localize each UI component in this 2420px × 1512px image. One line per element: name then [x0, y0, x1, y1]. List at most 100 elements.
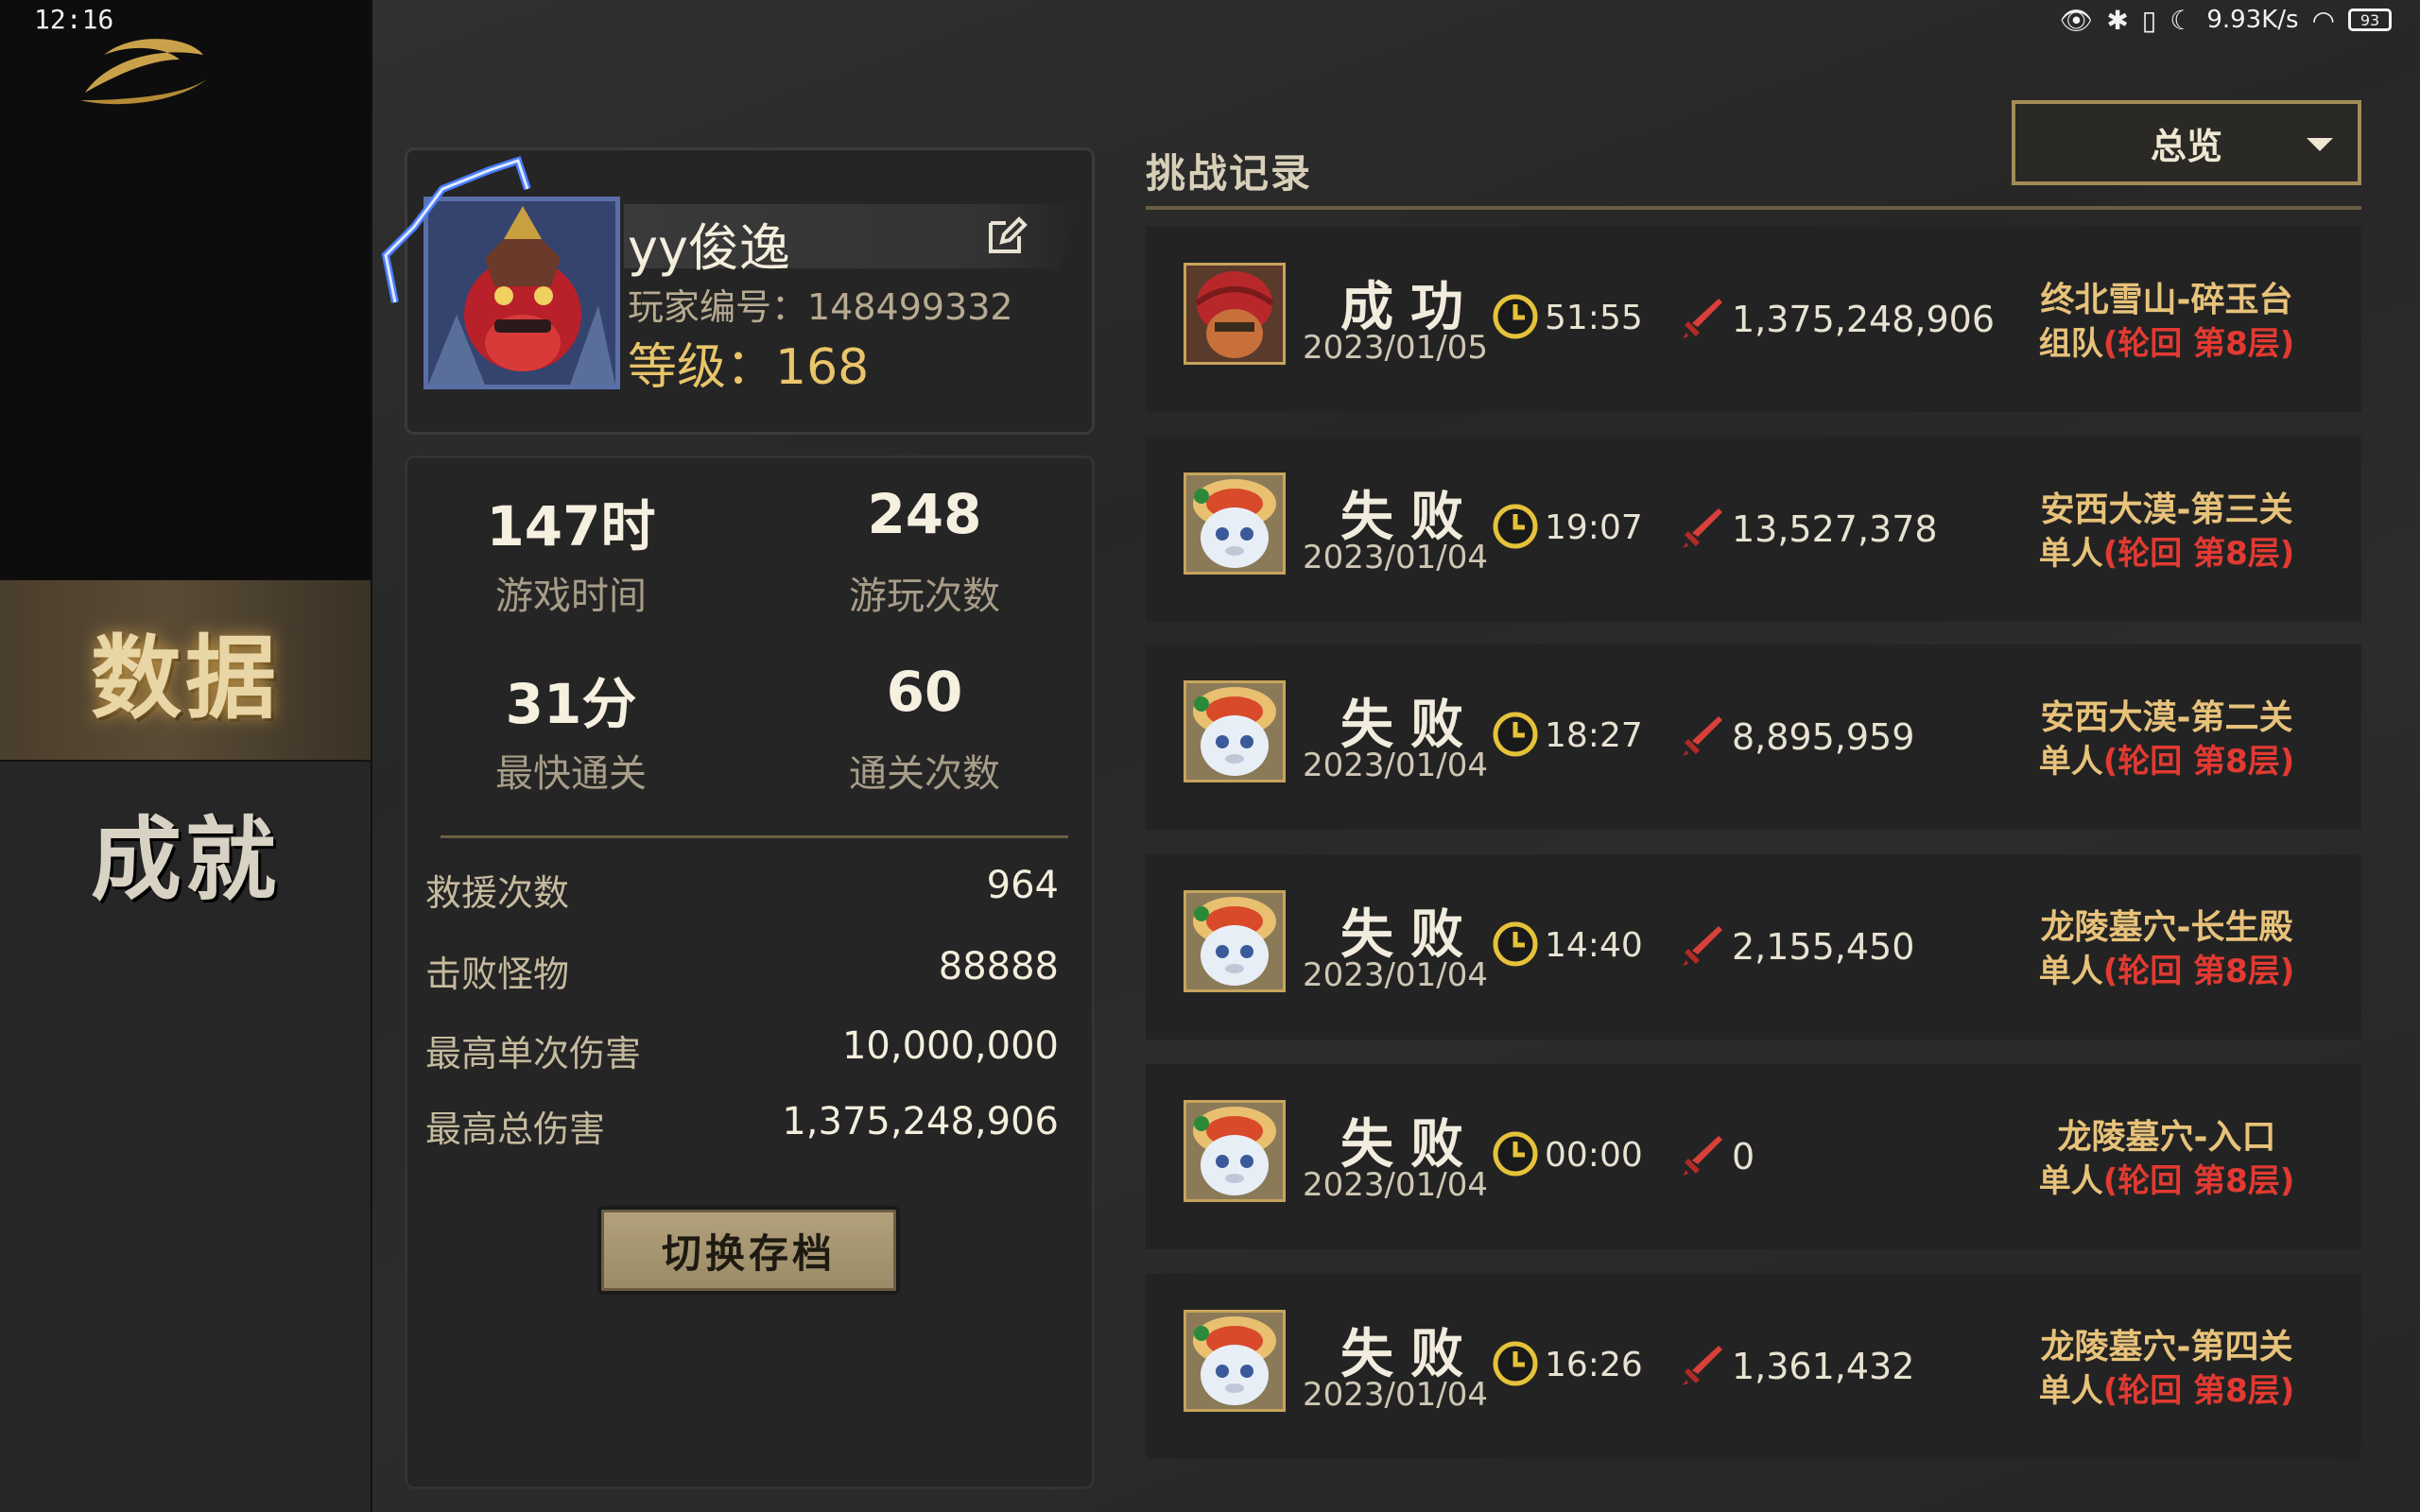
stats-divider — [441, 835, 1068, 838]
record-duration: 19:07 — [1545, 508, 1643, 547]
record-stage: 龙陵墓穴-入口 — [2057, 1118, 2276, 1157]
stat-rescue-value: 964 — [986, 864, 1059, 907]
record-avatar — [1184, 1100, 1286, 1202]
record-mode: 组队(轮回 第8层) — [1978, 318, 2356, 364]
switch-save-button[interactable]: 切换存档 — [597, 1206, 900, 1295]
sidebar: 12:16 数据 成就 — [0, 0, 372, 1512]
battery-icon: 93 — [2348, 9, 2392, 31]
record-row[interactable]: 成功 2023/01/05 51:55 1,375,248,906 终北雪山-碎… — [1146, 227, 2361, 412]
record-avatar — [1184, 1310, 1286, 1412]
record-stage: 安西大漠-第二关 — [2040, 698, 2293, 737]
stat-kills-value: 88888 — [938, 945, 1059, 988]
sword-icon — [1683, 716, 1722, 756]
sword-icon — [1683, 926, 1722, 966]
record-date: 2023/01/04 — [1303, 539, 1488, 576]
clock-icon — [1493, 921, 1538, 967]
clock-icon — [1493, 294, 1538, 339]
record-damage: 2,155,450 — [1732, 926, 1915, 968]
lightning-effect — [381, 155, 531, 303]
record-mode-type: 单人 — [2038, 953, 2103, 990]
record-duration: 18:27 — [1545, 716, 1643, 755]
sword-icon — [1683, 1136, 1722, 1176]
record-mode: 单人(轮回 第8层) — [1978, 1365, 2356, 1411]
record-mode-type: 单人 — [2038, 1372, 2103, 1410]
record-avatar — [1184, 680, 1286, 782]
record-duration: 51:55 — [1545, 299, 1643, 337]
record-row[interactable]: 失败 2023/01/04 00:00 0 龙陵墓穴-入口 单人(轮回 第8层) — [1146, 1064, 2361, 1249]
record-stage: 终北雪山-碎玉台 — [2040, 281, 2293, 319]
record-date: 2023/01/04 — [1303, 1166, 1488, 1204]
record-damage: 8,895,959 — [1732, 716, 1915, 758]
status-bar: 👁 ✱ ▯ ☾ 9.93K/s ◠ 93 — [2060, 0, 2392, 40]
filter-dropdown[interactable]: 总览 — [2012, 100, 2361, 185]
record-date: 2023/01/04 — [1303, 747, 1488, 784]
record-row[interactable]: 失败 2023/01/04 19:07 13,527,378 安西大漠-第三关 … — [1146, 437, 2361, 622]
sword-icon — [1683, 299, 1722, 338]
clock-icon — [1493, 712, 1538, 757]
record-avatar — [1184, 263, 1286, 365]
record-mode: 单人(轮回 第8层) — [1978, 735, 2356, 782]
sidebar-item-achievements[interactable]: 成就 — [0, 762, 371, 941]
sidebar-item-data[interactable]: 数据 — [0, 580, 371, 760]
record-mode-type: 单人 — [2038, 535, 2103, 573]
record-avatar — [1184, 890, 1286, 992]
stat-clear-count-label: 通关次数 — [849, 752, 1000, 796]
net-speed: 9.93K/s — [2206, 6, 2299, 34]
records-title: 挑战记录 — [1146, 150, 1313, 197]
vibrate-icon: ▯ — [2141, 4, 2157, 36]
record-mode-level: (轮回 第8层) — [2102, 743, 2295, 781]
record-mode-level: (轮回 第8层) — [2102, 325, 2295, 363]
record-mode-type: 单人 — [2038, 743, 2103, 781]
stat-fastest-clear-value: 31分 — [505, 672, 637, 736]
record-duration: 14:40 — [1545, 926, 1643, 965]
wifi-icon: ◠ — [2311, 4, 2335, 36]
record-mode-type: 组队 — [2038, 325, 2103, 363]
record-mode-level: (轮回 第8层) — [2102, 953, 2295, 990]
record-mode: 单人(轮回 第8层) — [1978, 527, 2356, 574]
record-row[interactable]: 失败 2023/01/04 16:26 1,361,432 龙陵墓穴-第四关 单… — [1146, 1274, 2361, 1459]
record-date: 2023/01/04 — [1303, 956, 1488, 994]
stat-play-count-value: 248 — [867, 482, 982, 546]
record-damage: 0 — [1732, 1136, 1755, 1177]
stat-max-total-value: 1,375,248,906 — [782, 1100, 1059, 1143]
record-duration: 16:26 — [1545, 1346, 1643, 1384]
record-damage: 1,361,432 — [1732, 1346, 1915, 1387]
stat-max-hit-value: 10,000,000 — [841, 1024, 1059, 1068]
bluetooth-icon: ✱ — [2106, 4, 2129, 36]
record-stage: 龙陵墓穴-长生殿 — [2040, 908, 2293, 947]
clock-icon — [1493, 504, 1538, 549]
stat-max-total-label: 最高总伤害 — [425, 1108, 606, 1150]
record-damage: 1,375,248,906 — [1732, 299, 1996, 340]
record-date: 2023/01/05 — [1303, 329, 1488, 367]
record-mode: 单人(轮回 第8层) — [1978, 1155, 2356, 1201]
record-row[interactable]: 失败 2023/01/04 18:27 8,895,959 安西大漠-第二关 单… — [1146, 644, 2361, 830]
filter-dropdown-label: 总览 — [2150, 125, 2222, 167]
edit-icon[interactable] — [983, 214, 1028, 259]
player-name: yy俊逸 — [628, 218, 790, 278]
record-mode-type: 单人 — [2038, 1162, 2103, 1200]
eye-icon: 👁 — [2059, 4, 2094, 36]
stat-play-time-value: 147时 — [486, 494, 656, 558]
record-row[interactable]: 失败 2023/01/04 14:40 2,155,450 龙陵墓穴-长生殿 单… — [1146, 854, 2361, 1040]
record-stage: 安西大漠-第三关 — [2040, 490, 2293, 529]
stat-max-hit-label: 最高单次伤害 — [425, 1033, 642, 1074]
stat-rescue-label: 救援次数 — [425, 872, 570, 914]
record-mode-level: (轮回 第8层) — [2102, 1162, 2295, 1200]
stat-clear-count-value: 60 — [886, 660, 963, 724]
records-divider — [1146, 206, 2361, 210]
stat-play-count-label: 游玩次数 — [849, 575, 1000, 618]
record-mode-level: (轮回 第8层) — [2102, 1372, 2295, 1410]
player-id: 玩家编号：148499332 — [628, 286, 1013, 328]
record-damage: 13,527,378 — [1732, 508, 1938, 550]
record-stage: 龙陵墓穴-第四关 — [2040, 1328, 2293, 1366]
stat-play-time-label: 游戏时间 — [495, 575, 647, 618]
player-level: 等级：168 — [628, 339, 870, 396]
moon-icon: ☾ — [2169, 4, 2194, 36]
clock-icon — [1493, 1131, 1538, 1177]
record-avatar — [1184, 472, 1286, 575]
record-mode-level: (轮回 第8层) — [2102, 535, 2295, 573]
game-logo — [80, 39, 208, 105]
stat-kills-label: 击败怪物 — [425, 954, 570, 995]
stat-fastest-clear-label: 最快通关 — [495, 752, 647, 796]
clock-icon — [1493, 1341, 1538, 1386]
